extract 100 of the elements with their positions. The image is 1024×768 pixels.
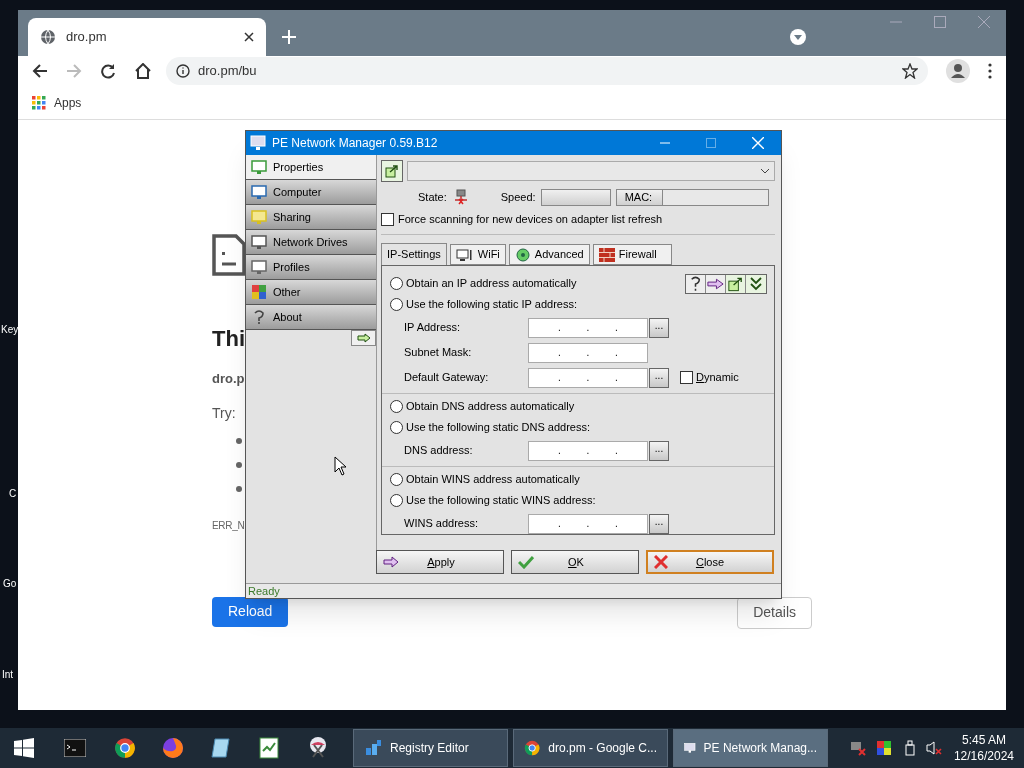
field-label: IP Address: [404, 320, 462, 336]
radio-label: Use the following static IP address: [406, 297, 577, 313]
field-label: WINS address: [404, 516, 479, 532]
brick-wall-icon [598, 247, 615, 262]
radio-button[interactable] [390, 494, 403, 507]
dropdown-icon[interactable] [790, 29, 806, 45]
browse-button[interactable]: ... [649, 513, 669, 534]
disconnected-network-icon [452, 189, 469, 205]
radio-button[interactable] [390, 298, 403, 311]
checkbox-label: Dynamic [696, 370, 739, 386]
radio-button[interactable] [390, 400, 403, 413]
browser-icon[interactable] [114, 737, 136, 759]
bullet-icon [236, 437, 242, 444]
domain-text: dro.p [212, 370, 245, 388]
sidebar-item[interactable]: Properties [246, 155, 376, 180]
window-title: PE Network Manager 0.59.B12 [272, 135, 438, 152]
sidebar-item[interactable]: Profiles [246, 255, 376, 280]
arrow-icon [383, 556, 399, 568]
ip-address-field[interactable]: . . . [528, 317, 648, 338]
reload-icon[interactable] [100, 63, 116, 79]
taskbar-window-button[interactable]: Registry Editor [353, 729, 508, 767]
tab[interactable]: Firewall [592, 244, 672, 265]
mouse-cursor-icon [334, 456, 346, 476]
export-icon [385, 164, 399, 178]
speed-label: Speed: [500, 189, 536, 205]
tab[interactable]: WiFi [449, 244, 506, 265]
sidebar-item[interactable]: Network Drives [246, 230, 376, 255]
state-label: State: [418, 189, 447, 205]
browser-icon [524, 739, 541, 757]
arrow-icon[interactable] [706, 275, 726, 293]
refresh-button[interactable] [381, 160, 403, 182]
tab[interactable]: Advanced [508, 244, 590, 265]
bullet-icon [236, 485, 242, 492]
desktop-icon-label[interactable]: Key [0, 322, 19, 337]
close-icon[interactable] [244, 32, 254, 42]
question-icon[interactable] [686, 275, 706, 293]
radio-label: Obtain DNS address automatically [406, 399, 575, 415]
dialog-button[interactable]: OK [511, 550, 639, 574]
sidebar-item[interactable]: Sharing [246, 205, 376, 230]
chevron-down-icon [760, 168, 770, 174]
clock-time: 5:45 AM [961, 732, 1006, 748]
terminal-icon[interactable] [64, 739, 86, 757]
tiles-icon [251, 284, 267, 300]
bookmark[interactable]: Apps [32, 93, 82, 112]
ip-address-field[interactable]: . . . [528, 440, 648, 461]
radio-button[interactable] [390, 277, 403, 290]
browse-button[interactable]: ... [649, 440, 669, 461]
document-icon[interactable] [259, 737, 279, 759]
grid-icon [32, 95, 46, 110]
dialog-button[interactable]: Close [646, 550, 774, 574]
browse-button[interactable]: ... [649, 367, 669, 388]
desktop-icon-label[interactable]: C [0, 486, 17, 501]
taskbar-window-button[interactable]: PE Network Manag... [673, 729, 828, 767]
plus-icon[interactable] [282, 30, 296, 44]
ip-address-field[interactable]: . . . [528, 513, 648, 534]
browse-button[interactable]: ... [649, 317, 669, 338]
radio-label: Use the following static WINS address: [406, 493, 596, 509]
arrow-button[interactable] [351, 330, 376, 346]
sidebar-item[interactable]: Computer [246, 180, 376, 205]
checkbox[interactable] [680, 371, 693, 384]
ip-address-field[interactable]: . . . [528, 367, 648, 388]
radio-button[interactable] [390, 473, 403, 486]
desktop-icon-label[interactable]: Go [0, 576, 17, 591]
close-icon [654, 555, 668, 569]
checkbox-label: Force scanning for new devices on adapter list refresh [398, 211, 663, 227]
ip-address-field[interactable]: . . . [528, 342, 648, 363]
taskbar-window-button[interactable]: dro.pm - Google C... [513, 729, 668, 767]
tab[interactable]: IP-Settings [381, 243, 447, 265]
field-label: DNS address: [404, 443, 474, 459]
status-text: Ready [248, 585, 280, 597]
menu-icon[interactable] [988, 63, 992, 79]
speaker-muted-icon[interactable] [925, 740, 942, 756]
star-icon[interactable] [902, 63, 918, 79]
clock-date: 12/16/2024 [953, 748, 1014, 764]
desktop-icon-label[interactable]: Int [0, 667, 14, 682]
usb-drive-icon[interactable] [904, 740, 915, 756]
network-monitor-icon [250, 135, 266, 151]
try-label: Try: [212, 403, 236, 423]
page-button[interactable]: Reload [212, 596, 289, 627]
radio-label: Use the following static DNS address: [406, 420, 591, 436]
double-chevron-down-icon[interactable] [746, 275, 766, 293]
mac-field: MAC: [615, 188, 769, 206]
checkbox[interactable] [381, 212, 394, 226]
sidebar-item[interactable]: About [246, 305, 376, 330]
field-label: Subnet Mask: [404, 345, 473, 361]
radio-button[interactable] [390, 421, 403, 434]
color-display-icon[interactable] [875, 740, 892, 756]
export-icon[interactable] [726, 275, 746, 293]
arrow-icon [356, 333, 371, 343]
page-button[interactable]: Details [737, 596, 812, 629]
sidebar-item[interactable]: Other [246, 280, 376, 305]
avatar-icon[interactable] [946, 59, 970, 83]
network-disconnected-icon[interactable] [849, 740, 866, 756]
dialog-button[interactable]: Apply [376, 550, 504, 574]
windows-start-icon[interactable] [14, 738, 34, 758]
home-icon[interactable] [134, 63, 152, 79]
back-icon[interactable] [32, 63, 48, 79]
error-heading: Thi [212, 325, 245, 353]
browser-tab[interactable]: dro.pm [28, 18, 266, 56]
address-bar[interactable]: dro.pm/bu [166, 57, 928, 85]
